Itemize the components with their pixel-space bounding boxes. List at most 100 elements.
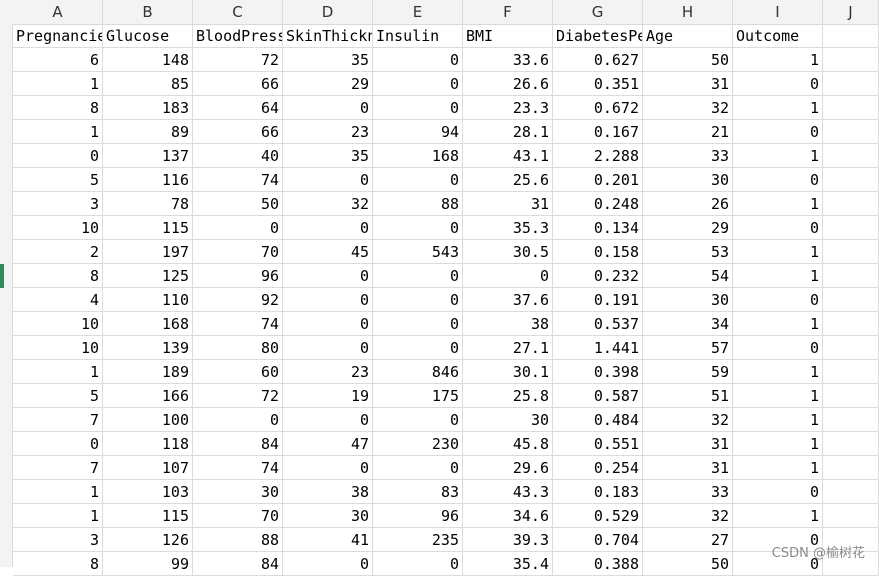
table-cell[interactable]: 92	[193, 288, 283, 311]
table-cell[interactable]: 51	[643, 384, 733, 407]
header-cell[interactable]: DiabetesPedigreeFunction	[553, 24, 643, 47]
table-cell[interactable]: 1	[733, 312, 823, 335]
table-cell[interactable]: 0.254	[553, 456, 643, 479]
table-cell[interactable]: 168	[373, 144, 463, 167]
table-cell[interactable]: 78	[103, 192, 193, 215]
table-cell[interactable]: 35.3	[463, 216, 553, 239]
table-cell[interactable]: 0	[733, 288, 823, 311]
table-cell[interactable]: 59	[643, 360, 733, 383]
table-cell[interactable]: 0	[373, 168, 463, 191]
table-cell[interactable]: 0	[283, 168, 373, 191]
table-cell[interactable]: 30	[463, 408, 553, 431]
table-cell[interactable]: 1	[733, 144, 823, 167]
table-cell[interactable]: 88	[373, 192, 463, 215]
table-cell[interactable]: 0.134	[553, 216, 643, 239]
table-cell[interactable]: 74	[193, 456, 283, 479]
table-cell[interactable]: 19	[283, 384, 373, 407]
table-cell[interactable]: 96	[193, 264, 283, 287]
table-cell[interactable]: 53	[643, 240, 733, 263]
table-cell[interactable]: 64	[193, 96, 283, 119]
table-cell[interactable]: 1.441	[553, 336, 643, 359]
table-cell[interactable]: 0.398	[553, 360, 643, 383]
table-cell[interactable]: 38	[283, 480, 373, 503]
column-header-h[interactable]: H	[643, 0, 733, 24]
table-cell[interactable]: 47	[283, 432, 373, 455]
table-cell[interactable]: 34.6	[463, 504, 553, 527]
table-cell[interactable]: 30	[193, 480, 283, 503]
table-cell[interactable]: 66	[193, 120, 283, 143]
row-number-gutter[interactable]	[0, 24, 13, 567]
table-cell[interactable]: 39.3	[463, 528, 553, 551]
table-cell[interactable]: 50	[643, 552, 733, 575]
table-cell[interactable]: 543	[373, 240, 463, 263]
table-cell[interactable]: 126	[103, 528, 193, 551]
table-cell[interactable]: 8	[13, 96, 103, 119]
table-cell[interactable]: 43.3	[463, 480, 553, 503]
header-cell[interactable]: Age	[643, 24, 733, 47]
table-cell[interactable]	[823, 408, 879, 431]
table-cell[interactable]: 28.1	[463, 120, 553, 143]
table-cell[interactable]: 72	[193, 48, 283, 71]
table-cell[interactable]: 0.551	[553, 432, 643, 455]
table-cell[interactable]: 0.587	[553, 384, 643, 407]
table-cell[interactable]: 0	[283, 336, 373, 359]
table-cell[interactable]: 45.8	[463, 432, 553, 455]
table-cell[interactable]: 0	[373, 408, 463, 431]
table-cell[interactable]: 118	[103, 432, 193, 455]
table-cell[interactable]	[823, 192, 879, 215]
table-cell[interactable]: 139	[103, 336, 193, 359]
table-cell[interactable]: 0	[373, 96, 463, 119]
table-cell[interactable]: 148	[103, 48, 193, 71]
table-cell[interactable]: 25.6	[463, 168, 553, 191]
table-cell[interactable]: 0	[283, 312, 373, 335]
table-cell[interactable]: 0.167	[553, 120, 643, 143]
table-cell[interactable]: 31	[643, 432, 733, 455]
table-cell[interactable]: 0.484	[553, 408, 643, 431]
table-cell[interactable]: 0	[373, 312, 463, 335]
table-cell[interactable]: 21	[643, 120, 733, 143]
table-cell[interactable]: 30	[643, 168, 733, 191]
table-cell[interactable]: 32	[283, 192, 373, 215]
table-cell[interactable]: 6	[13, 48, 103, 71]
table-cell[interactable]: 0	[13, 432, 103, 455]
table-cell[interactable]: 1	[733, 48, 823, 71]
header-cell[interactable]: Insulin	[373, 24, 463, 47]
table-cell[interactable]	[823, 120, 879, 143]
table-cell[interactable]	[823, 168, 879, 191]
table-cell[interactable]: 74	[193, 168, 283, 191]
table-cell[interactable]: 1	[733, 96, 823, 119]
table-cell[interactable]: 29.6	[463, 456, 553, 479]
table-cell[interactable]: 8	[13, 264, 103, 287]
table-cell[interactable]: 30	[643, 288, 733, 311]
table-cell[interactable]	[823, 264, 879, 287]
table-cell[interactable]: 2	[13, 240, 103, 263]
table-cell[interactable]: 230	[373, 432, 463, 455]
table-cell[interactable]: 0.627	[553, 48, 643, 71]
table-cell[interactable]	[823, 384, 879, 407]
table-cell[interactable]: 0	[733, 120, 823, 143]
table-cell[interactable]: 1	[733, 384, 823, 407]
table-cell[interactable]	[823, 456, 879, 479]
table-cell[interactable]: 80	[193, 336, 283, 359]
table-cell[interactable]: 85	[103, 72, 193, 95]
table-cell[interactable]: 110	[103, 288, 193, 311]
table-cell[interactable]: 94	[373, 120, 463, 143]
table-cell[interactable]: 0.232	[553, 264, 643, 287]
table-cell[interactable]: 35.4	[463, 552, 553, 575]
table-cell[interactable]: 0	[193, 408, 283, 431]
table-cell[interactable]: 7	[13, 456, 103, 479]
table-cell[interactable]: 2.288	[553, 144, 643, 167]
column-header-b[interactable]: B	[103, 0, 193, 24]
table-cell[interactable]: 166	[103, 384, 193, 407]
table-cell[interactable]: 26	[643, 192, 733, 215]
table-cell[interactable]	[823, 360, 879, 383]
table-cell[interactable]: 116	[103, 168, 193, 191]
table-cell[interactable]: 183	[103, 96, 193, 119]
table-cell[interactable]	[823, 432, 879, 455]
table-cell[interactable]: 66	[193, 72, 283, 95]
table-cell[interactable]	[823, 288, 879, 311]
table-cell[interactable]: 33	[643, 144, 733, 167]
table-cell[interactable]: 84	[193, 432, 283, 455]
table-cell[interactable]: 0.529	[553, 504, 643, 527]
table-cell[interactable]: 30	[283, 504, 373, 527]
